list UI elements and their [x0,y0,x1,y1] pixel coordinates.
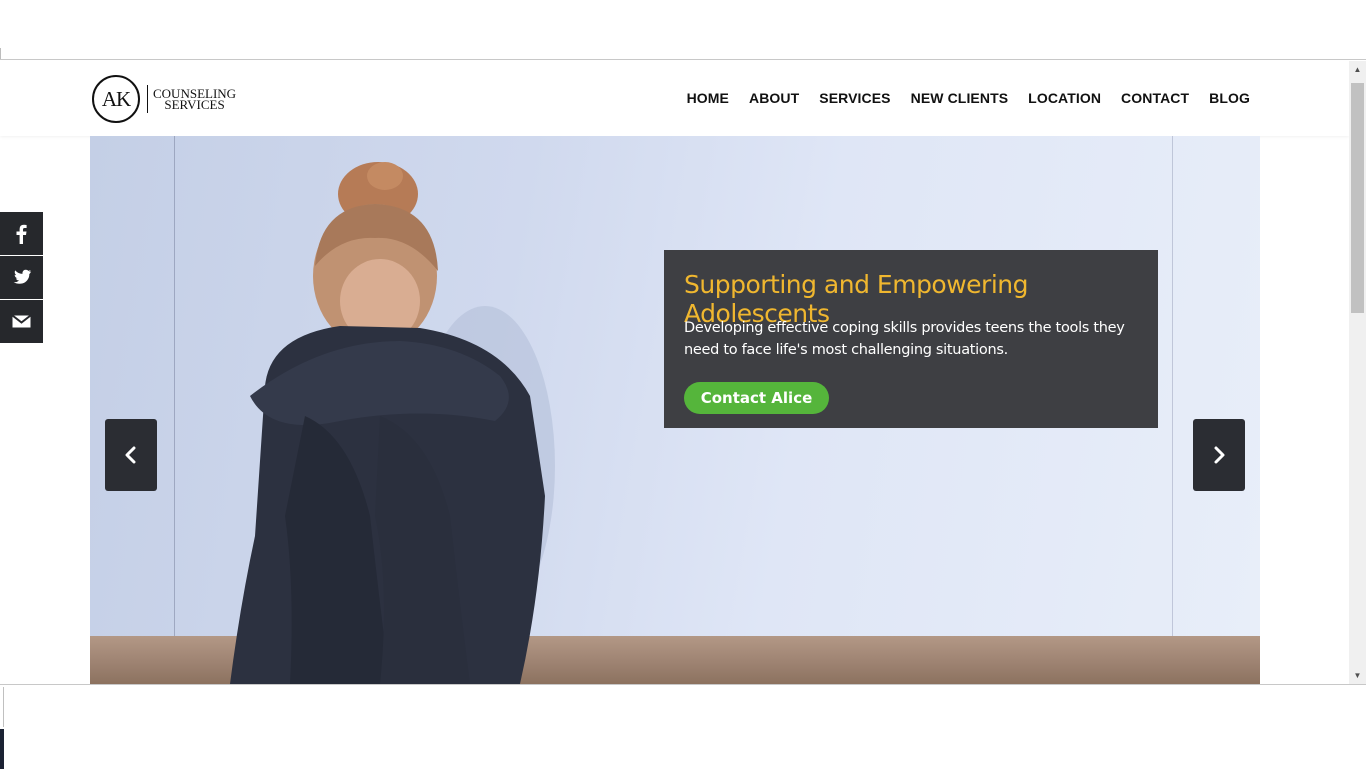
browser-top-bar [0,0,1366,60]
vertical-scrollbar[interactable]: ▲ ▼ [1349,61,1366,684]
slide-caption-panel: Supporting and Empowering Adolescents De… [664,250,1158,428]
site-logo[interactable]: AK COUNSELING SERVICES [92,75,236,123]
nav-location[interactable]: LOCATION [1028,90,1101,106]
scroll-down-icon[interactable]: ▼ [1349,667,1366,684]
logo-line-2: SERVICES [164,97,225,112]
scroll-up-icon[interactable]: ▲ [1349,61,1366,78]
email-icon [11,314,32,328]
nav-services[interactable]: SERVICES [819,90,890,106]
slider-prev-button[interactable] [105,419,157,491]
taskbar-edge [0,729,4,769]
hero-slider: Supporting and Empowering Adolescents De… [90,136,1260,684]
scrollbar-thumb[interactable] [1351,83,1364,313]
nav-contact[interactable]: CONTACT [1121,90,1189,106]
slide-description: Developing effective coping skills provi… [684,320,1125,358]
share-email-button[interactable] [0,300,43,343]
wall-corner-right [1172,136,1173,636]
facebook-icon [16,224,27,244]
page-viewport: AK COUNSELING SERVICES HOME ABOUT SERVIC… [0,61,1349,684]
nav-new-clients[interactable]: NEW CLIENTS [911,90,1009,106]
slider-next-button[interactable] [1193,419,1245,491]
share-facebook-button[interactable] [0,212,43,255]
browser-bottom-area [0,684,1366,769]
window-edge-marker [0,48,11,59]
logo-wordmark: COUNSELING SERVICES [153,87,236,112]
nav-blog[interactable]: BLOG [1209,90,1250,106]
nav-about[interactable]: ABOUT [749,90,799,106]
chevron-right-icon [1214,446,1225,464]
share-twitter-button[interactable] [0,256,43,299]
window-divider [0,59,1366,60]
chevron-left-icon [125,446,136,464]
nav-home[interactable]: HOME [687,90,729,106]
teen-sitting-photo [230,162,555,684]
twitter-icon [13,269,32,284]
bottom-edge-marker [0,687,4,727]
site-header: AK COUNSELING SERVICES HOME ABOUT SERVIC… [0,61,1349,136]
logo-monogram: AK [92,75,140,123]
contact-alice-button[interactable]: Contact Alice [684,382,829,414]
main-nav: HOME ABOUT SERVICES NEW CLIENTS LOCATION… [687,90,1250,106]
logo-divider [147,85,148,113]
